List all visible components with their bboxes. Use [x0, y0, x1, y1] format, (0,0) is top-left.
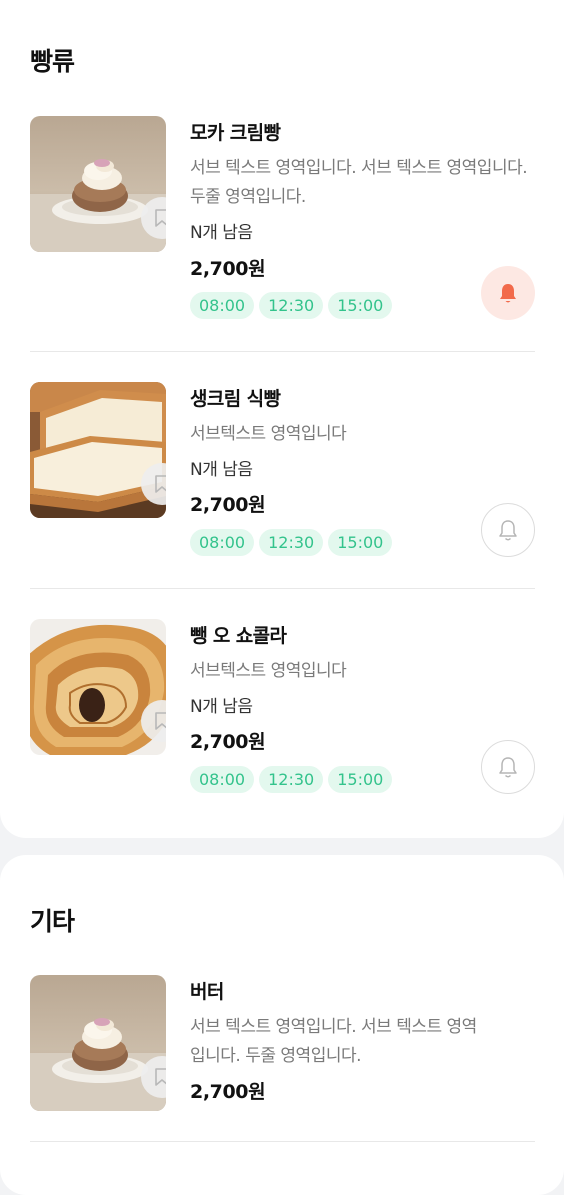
- pickup-times: 08:00 12:30 15:00: [190, 766, 393, 793]
- stock-count: N개 남음: [190, 460, 253, 480]
- section-bread: 빵류 모카 크림빵 서브 텍스트 영역입니다. 서브 텍스트 영역입니다. 두줄…: [0, 0, 564, 838]
- divider: [30, 588, 535, 589]
- pickup-times: 08:00 12:30 15:00: [190, 292, 393, 319]
- bell-icon: [499, 757, 517, 778]
- bell-icon: [499, 520, 517, 541]
- time-chip[interactable]: 08:00: [190, 529, 255, 556]
- product-desc: 서브텍스트 영역입니다: [190, 424, 347, 444]
- divider: [30, 1141, 535, 1142]
- stock-count: N개 남음: [190, 697, 253, 717]
- time-chip[interactable]: 15:00: [328, 529, 393, 556]
- product-image[interactable]: [30, 116, 166, 252]
- product-price: 2,700원: [190, 1081, 266, 1103]
- product-price: 2,700원: [190, 494, 266, 516]
- section-title: 빵류: [30, 47, 75, 76]
- time-chip[interactable]: 15:00: [328, 292, 393, 319]
- pickup-times: 08:00 12:30 15:00: [190, 529, 393, 556]
- product-desc: 서브 텍스트 영역입니다. 서브 텍스트 영역입니다. 두줄 영역입니다.: [190, 158, 528, 207]
- time-chip[interactable]: 08:00: [190, 292, 255, 319]
- time-chip[interactable]: 15:00: [328, 766, 393, 793]
- alarm-button[interactable]: [481, 266, 535, 320]
- section-title: 기타: [30, 907, 75, 936]
- bell-icon: [500, 284, 516, 303]
- product-name: 모카 크림빵: [190, 122, 281, 144]
- divider: [30, 351, 535, 352]
- bookmark-icon: [155, 475, 166, 493]
- time-chip[interactable]: 12:30: [259, 529, 324, 556]
- product-price: 2,700원: [190, 258, 266, 280]
- product-name: 뺑 오 쇼콜라: [190, 625, 287, 647]
- product-price: 2,700원: [190, 731, 266, 753]
- section-etc: 기타 버터 서브 텍스트 영역입니다. 서브 텍스트 영역입니다. 두줄 영역입…: [0, 855, 564, 1195]
- bookmark-icon: [155, 712, 166, 730]
- product-image[interactable]: [30, 619, 166, 755]
- time-chip[interactable]: 08:00: [190, 766, 255, 793]
- product-desc: 서브 텍스트 영역입니다. 서브 텍스트 영역입니다. 두줄 영역입니다.: [190, 1017, 477, 1066]
- stock-count: N개 남음: [190, 223, 253, 243]
- product-image[interactable]: [30, 975, 166, 1111]
- product-image[interactable]: [30, 382, 166, 518]
- alarm-button[interactable]: [481, 503, 535, 557]
- product-name: 버터: [190, 981, 224, 1003]
- bookmark-icon: [155, 1068, 166, 1086]
- bookmark-icon: [155, 209, 166, 227]
- time-chip[interactable]: 12:30: [259, 292, 324, 319]
- time-chip[interactable]: 12:30: [259, 766, 324, 793]
- product-name: 생크림 식빵: [190, 388, 281, 410]
- product-desc: 서브텍스트 영역입니다: [190, 661, 347, 681]
- alarm-button[interactable]: [481, 740, 535, 794]
